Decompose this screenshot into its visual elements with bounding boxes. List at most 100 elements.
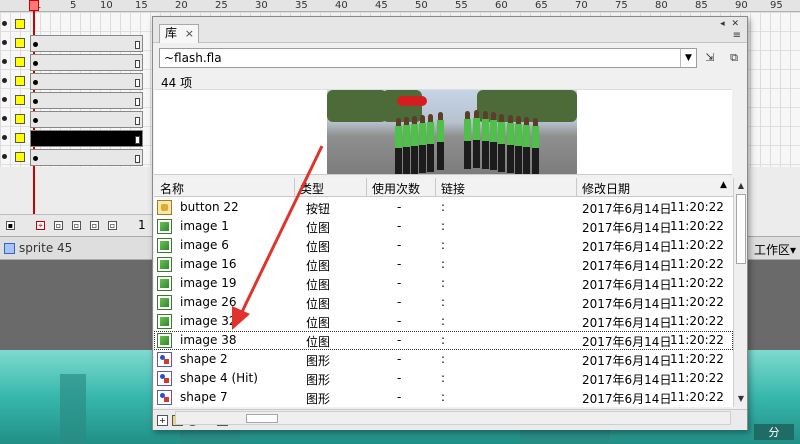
column-header[interactable]: 名称	[160, 180, 184, 197]
layer-row[interactable]	[0, 72, 148, 91]
cell-type: 按钮	[306, 202, 331, 216]
table-row[interactable]: image 1 位图 -: 2017年6月14日 11:20:22	[154, 217, 733, 236]
column-header[interactable]: 使用次数	[372, 180, 420, 197]
graphic-symbol-icon	[157, 352, 172, 367]
frame-ruler[interactable]: 15101520253035404550556065707580859095	[0, 0, 800, 12]
onion-outline-icon[interactable]: ▫	[72, 221, 81, 230]
outline-color-icon[interactable]	[15, 95, 25, 105]
pin-library-icon[interactable]: ⇲	[702, 51, 718, 65]
scroll-up-icon[interactable]: ▲	[735, 180, 747, 192]
table-row[interactable]: image 19 位图 -: 2017年6月14日 11:20:22	[154, 274, 733, 293]
sort-arrow-icon[interactable]: ▲	[720, 180, 727, 190]
cell-time: 11:20:22	[670, 352, 724, 366]
column-header[interactable]: 链接	[441, 180, 465, 197]
scroll-thumb[interactable]	[736, 194, 746, 264]
visibility-dot-icon[interactable]	[2, 154, 7, 159]
frame-span[interactable]	[30, 73, 143, 90]
cell-uses: -	[397, 314, 402, 328]
frame-span[interactable]	[30, 111, 143, 128]
column-divider[interactable]	[435, 178, 436, 197]
outline-color-icon[interactable]	[15, 133, 25, 143]
keyframe-icon[interactable]	[33, 80, 38, 85]
table-row[interactable]: button 22 按钮 -: 2017年6月14日 11:20:22	[154, 198, 733, 217]
column-header[interactable]: 修改日期	[582, 180, 630, 197]
end-frame-icon	[135, 60, 140, 68]
column-header[interactable]: 类型	[300, 180, 324, 197]
keyframe-icon[interactable]	[33, 42, 38, 47]
frame-span[interactable]	[30, 130, 143, 147]
outline-color-icon[interactable]	[15, 76, 25, 86]
visibility-dot-icon[interactable]	[2, 97, 7, 102]
layer-row[interactable]	[0, 34, 148, 53]
layer-row[interactable]	[0, 110, 148, 129]
document-select[interactable]: ~flash.fla ▼	[159, 48, 697, 68]
table-row[interactable]: image 26 位图 -: 2017年6月14日 11:20:22	[154, 293, 733, 312]
tab-library[interactable]: 库 ×	[159, 24, 199, 43]
keyframe-icon[interactable]	[33, 118, 38, 123]
outline-color-icon[interactable]	[15, 38, 25, 48]
layer-row[interactable]	[0, 53, 148, 72]
new-symbol-icon[interactable]: +	[157, 415, 168, 426]
horizontal-scrollbar[interactable]	[175, 411, 731, 425]
column-divider[interactable]	[294, 178, 295, 197]
library-titlebar[interactable]: 库 × ◂ ✕ ≡	[153, 17, 747, 43]
table-row[interactable]: image 6 位图 -: 2017年6月14日 11:20:22	[154, 236, 733, 255]
table-row[interactable]: shape 2 图形 -: 2017年6月14日 11:20:22	[154, 350, 733, 369]
layer-row[interactable]	[0, 91, 148, 110]
visibility-dot-icon[interactable]	[2, 78, 7, 83]
edit-multiple-frames-icon[interactable]: ▫	[90, 221, 99, 230]
panel-window-controls[interactable]: ◂ ✕	[720, 19, 741, 29]
document-select-value: ~flash.fla	[164, 51, 222, 65]
table-row[interactable]: image 16 位图 -: 2017年6月14日 11:20:22	[154, 255, 733, 274]
keyframe-icon[interactable]	[33, 156, 38, 161]
visibility-dot-icon[interactable]	[2, 135, 7, 140]
outline-color-icon[interactable]	[15, 57, 25, 67]
center-frame-icon[interactable]: ⌖	[36, 221, 45, 230]
cell-name: image 6	[180, 238, 229, 252]
onion-skin-icon[interactable]: ▫	[54, 221, 63, 230]
new-library-panel-icon[interactable]: ⧉	[726, 51, 742, 65]
cell-type: 图形	[306, 392, 331, 406]
cell-name: image 16	[180, 257, 237, 271]
frame-span[interactable]	[30, 35, 143, 52]
table-row[interactable]: shape 7 图形 -: 2017年6月14日 11:20:22	[154, 388, 733, 407]
cell-date: 2017年6月14日	[582, 240, 672, 254]
workspace-button[interactable]: 工作区▾	[754, 241, 796, 258]
soldier-figure	[473, 110, 480, 168]
layer-row[interactable]	[0, 148, 148, 167]
frame-span[interactable]	[30, 54, 143, 71]
cell-type: 位图	[306, 259, 331, 273]
outline-color-icon[interactable]	[15, 114, 25, 124]
outline-color-icon[interactable]	[15, 19, 25, 29]
visibility-dot-icon[interactable]	[2, 116, 7, 121]
bitmap-symbol-icon	[157, 238, 172, 253]
table-row[interactable]: shape 4 (Hit) 图形 -: 2017年6月14日 11:20:22	[154, 369, 733, 388]
keyframe-icon[interactable]	[33, 99, 38, 104]
column-divider[interactable]	[576, 178, 577, 197]
trash-icon[interactable]: ▪	[6, 221, 15, 230]
frame-span[interactable]	[30, 92, 143, 109]
timeline-toolbar: ▪ ⌖ ▫ ▫ ▫ ▫ 1	[0, 214, 160, 236]
vertical-scrollbar[interactable]: ▲ ▼	[733, 178, 747, 407]
outline-color-icon[interactable]	[15, 152, 25, 162]
visibility-dot-icon[interactable]	[2, 21, 7, 26]
layer-row[interactable]	[0, 15, 148, 34]
column-divider[interactable]	[366, 178, 367, 197]
breadcrumb[interactable]: sprite 45	[4, 241, 72, 255]
close-icon[interactable]: ×	[185, 25, 194, 42]
playhead-handle[interactable]	[29, 0, 39, 11]
panel-menu-icon[interactable]: ≡	[733, 30, 741, 41]
modify-markers-icon[interactable]: ▫	[108, 221, 117, 230]
hscroll-thumb[interactable]	[246, 414, 278, 423]
chevron-down-icon[interactable]: ▼	[680, 49, 696, 67]
cell-type: 位图	[306, 335, 331, 349]
table-row[interactable]: image 32 位图 -: 2017年6月14日 11:20:22	[154, 312, 733, 331]
scroll-down-icon[interactable]: ▼	[735, 393, 747, 405]
visibility-dot-icon[interactable]	[2, 59, 7, 64]
visibility-dot-icon[interactable]	[2, 40, 7, 45]
keyframe-icon[interactable]	[33, 61, 38, 66]
layer-row[interactable]	[0, 129, 148, 148]
table-row[interactable]: image 38 位图 -: 2017年6月14日 11:20:22	[154, 331, 733, 350]
cell-time: 11:20:22	[670, 257, 724, 271]
frame-span[interactable]	[30, 149, 143, 166]
